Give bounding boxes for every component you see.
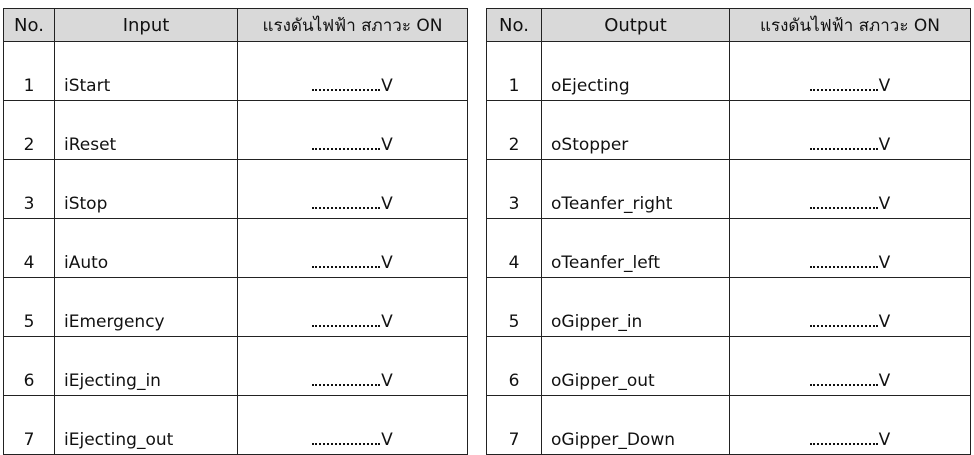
table-row: 3 oTeanfer_right V [486,159,971,219]
voltage-blank-line[interactable] [312,252,381,268]
table-row: 2 oStopper V [486,100,971,160]
voltage-unit: V [381,430,393,450]
row-number: 4 [486,218,542,278]
signal-name: oEjecting [541,41,730,101]
voltage-unit: V [878,371,891,391]
voltage-entry-cell[interactable]: V [729,100,971,160]
row-number: 6 [3,336,55,396]
row-number: 5 [3,277,55,337]
row-number: 7 [486,395,542,455]
table-row: 2 iReset V [3,100,468,160]
input-table: No. Input แรงดันไฟฟ้า สภาวะ ON 1 iStart V 2… [3,8,468,455]
table-row: 6 iEjecting_in V [3,336,468,396]
row-number: 6 [486,336,542,396]
voltage-entry-cell[interactable]: V [729,336,971,396]
row-number: 3 [486,159,542,219]
voltage-blank-line[interactable] [312,429,381,445]
table-row: 7 iEjecting_out V [3,395,468,455]
voltage-entry-cell[interactable]: V [237,336,468,396]
signal-name: oStopper [541,100,730,160]
output-table: No. Output แรงดันไฟฟ้า สภาวะ ON 1 oEjecti… [486,8,971,455]
voltage-entry-cell[interactable]: V [237,41,468,101]
voltage-entry-cell[interactable]: V [729,277,971,337]
table-row: 1 iStart V [3,41,468,101]
table-row: 4 oTeanfer_left V [486,218,971,278]
voltage-entry-cell[interactable]: V [237,395,468,455]
voltage-blank-line[interactable] [312,370,381,386]
voltage-unit: V [381,135,393,155]
voltage-unit: V [381,194,393,214]
signal-name: oTeanfer_left [541,218,730,278]
row-number: 2 [486,100,542,160]
voltage-unit: V [878,76,891,96]
voltage-entry-cell[interactable]: V [237,159,468,219]
voltage-blank-line[interactable] [312,193,381,209]
signal-name: iReset [54,100,238,160]
voltage-entry-cell[interactable]: V [237,218,468,278]
signal-name: oTeanfer_right [541,159,730,219]
header-output: Output [541,8,730,42]
voltage-blank-line[interactable] [809,311,878,327]
table-row: 6 oGipper_out V [486,336,971,396]
voltage-entry-cell[interactable]: V [729,41,971,101]
header-input: Input [54,8,238,42]
output-table-header: No. Output แรงดันไฟฟ้า สภาวะ ON [486,8,971,42]
voltage-unit: V [381,371,393,391]
signal-name: iEjecting_out [54,395,238,455]
voltage-blank-line[interactable] [809,193,878,209]
header-on-voltage: แรงดันไฟฟ้า สภาวะ ON [729,8,971,42]
voltage-blank-line[interactable] [809,370,878,386]
signal-name: oGipper_in [541,277,730,337]
header-on-voltage: แรงดันไฟฟ้า สภาวะ ON [237,8,468,42]
table-row: 5 oGipper_in V [486,277,971,337]
voltage-blank-line[interactable] [809,429,878,445]
voltage-blank-line[interactable] [312,134,381,150]
voltage-entry-cell[interactable]: V [729,159,971,219]
voltage-unit: V [878,430,891,450]
voltage-unit: V [878,312,891,332]
voltage-blank-line[interactable] [809,75,878,91]
row-number: 2 [3,100,55,160]
voltage-unit: V [381,76,393,96]
voltage-entry-cell[interactable]: V [729,395,971,455]
signal-name: iEmergency [54,277,238,337]
voltage-blank-line[interactable] [312,311,381,327]
table-row: 1 oEjecting V [486,41,971,101]
row-number: 4 [3,218,55,278]
header-no: No. [3,8,55,42]
signal-name: iStart [54,41,238,101]
voltage-unit: V [878,194,891,214]
row-number: 1 [486,41,542,101]
voltage-blank-line[interactable] [809,252,878,268]
signal-name: iAuto [54,218,238,278]
row-number: 5 [486,277,542,337]
voltage-blank-line[interactable] [312,75,381,91]
row-number: 1 [3,41,55,101]
row-number: 3 [3,159,55,219]
signal-name: oGipper_Down [541,395,730,455]
voltage-unit: V [381,312,393,332]
input-table-header: No. Input แรงดันไฟฟ้า สภาวะ ON [3,8,468,42]
table-row: 3 iStop V [3,159,468,219]
voltage-entry-cell[interactable]: V [237,277,468,337]
voltage-entry-cell[interactable]: V [729,218,971,278]
row-number: 7 [3,395,55,455]
table-row: 7 oGipper_Down V [486,395,971,455]
signal-name: iEjecting_in [54,336,238,396]
signal-name: oGipper_out [541,336,730,396]
table-row: 5 iEmergency V [3,277,468,337]
voltage-blank-line[interactable] [809,134,878,150]
header-no: No. [486,8,542,42]
voltage-unit: V [878,253,891,273]
table-row: 4 iAuto V [3,218,468,278]
signal-name: iStop [54,159,238,219]
voltage-unit: V [878,135,891,155]
voltage-entry-cell[interactable]: V [237,100,468,160]
voltage-unit: V [381,253,393,273]
